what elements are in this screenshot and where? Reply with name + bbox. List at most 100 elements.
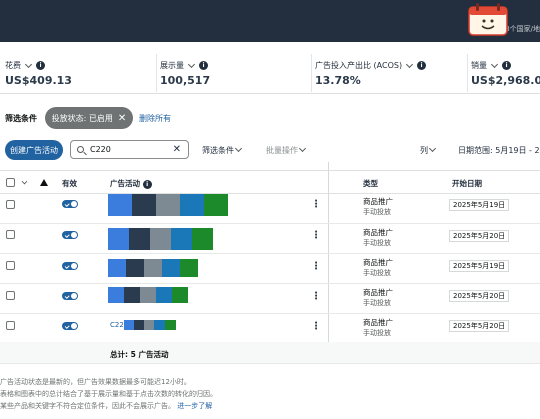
learn-more-link[interactable]: 进一步了解	[177, 402, 212, 410]
table-toolbar: 创建广告活动 C220 ✕ 筛选条件 批量操作 列 日期范围: 5月19日 - …	[0, 138, 540, 162]
row-checkbox[interactable]	[6, 291, 15, 300]
chevron-down-icon[interactable]	[406, 60, 414, 69]
top-navigation-bar: 3个国家/地	[0, 0, 540, 42]
targeting-type: 手动投放	[363, 329, 391, 337]
footnote-text: 某些产品和关键字不符合定位条件，因此不会展示广告。	[0, 402, 175, 410]
table-row: ⋮ 商品推广 手动投放 2025年5月19日	[0, 194, 540, 224]
date-range-picker[interactable]: 日期范围: 5月19日 - 20	[458, 145, 540, 156]
filter-dropdown[interactable]: 筛选条件	[202, 144, 243, 156]
campaign-name-redacted[interactable]	[108, 287, 188, 303]
campaign-type: 商品推广	[363, 197, 393, 206]
metric-sales[interactable]: 销量 i US$2,968.02	[467, 42, 540, 94]
campaign-name-redacted[interactable]	[108, 228, 213, 250]
metric-label: 花费	[5, 61, 21, 70]
chevron-down-icon	[428, 144, 437, 153]
columns-dropdown[interactable]: 列	[420, 144, 437, 156]
more-options-icon[interactable]: ⋮	[311, 292, 321, 302]
clear-search-icon[interactable]: ✕	[173, 144, 181, 155]
column-header-type[interactable]: 类型	[363, 178, 378, 189]
enabled-toggle[interactable]	[62, 322, 78, 330]
metric-acos[interactable]: 广告投入产出比 (ACOS) i 13.78%	[311, 42, 427, 94]
info-icon[interactable]: i	[36, 61, 45, 70]
select-all-checkbox[interactable]	[6, 178, 15, 187]
campaign-name-redacted[interactable]	[124, 320, 176, 330]
info-icon[interactable]: i	[502, 61, 511, 70]
table-row: C22 ⋮ 商品推广 手动投放 2025年5月20日	[0, 314, 540, 344]
campaign-type: 商品推广	[363, 258, 393, 267]
row-checkbox[interactable]	[6, 261, 15, 270]
chevron-down-icon	[234, 144, 243, 153]
start-date[interactable]: 2025年5月20日	[449, 320, 510, 332]
divider	[156, 54, 157, 92]
divider	[467, 54, 468, 92]
row-checkbox[interactable]	[6, 321, 15, 330]
table-row: ⋮ 商品推广 手动投放 2025年5月20日	[0, 284, 540, 314]
filters-label: 筛选条件	[5, 114, 37, 123]
divider	[311, 54, 312, 92]
footnote-line: 某些产品和关键字不符合定位条件，因此不会展示广告。 进一步了解	[0, 400, 540, 412]
enabled-toggle[interactable]	[62, 231, 78, 239]
columns-label: 列	[420, 146, 428, 155]
chevron-down-icon[interactable]	[21, 178, 28, 185]
chevron-down-icon[interactable]	[187, 60, 196, 69]
more-options-icon[interactable]: ⋮	[311, 322, 321, 332]
metric-label: 展示量	[160, 61, 184, 70]
clear-all-filters-link[interactable]: 删除所有	[139, 113, 171, 124]
targeting-type: 手动投放	[363, 208, 391, 216]
enabled-toggle[interactable]	[62, 292, 78, 300]
column-header-campaign[interactable]: 广告活动 i	[110, 178, 152, 189]
more-options-icon[interactable]: ⋮	[311, 262, 321, 272]
column-header-start-date[interactable]: 开始日期	[452, 178, 482, 189]
row-checkbox[interactable]	[6, 200, 15, 209]
bulk-actions-label: 批量操作	[266, 146, 298, 155]
start-date[interactable]: 2025年5月19日	[449, 260, 510, 272]
metric-label: 销量	[471, 61, 487, 70]
footnote-line: 表格和图表中的总计结合了基于展示量和基于点击次数的转化的归因。	[0, 390, 217, 398]
start-date[interactable]: 2025年5月20日	[449, 290, 510, 302]
row-checkbox[interactable]	[6, 230, 15, 239]
campaign-name-redacted[interactable]	[108, 194, 228, 216]
calendar-emoji-icon	[468, 3, 508, 36]
chevron-down-icon[interactable]	[490, 60, 499, 69]
country-selector[interactable]: 3个国家/地	[505, 24, 540, 34]
column-header-enabled[interactable]: 有效	[62, 178, 77, 189]
metric-impressions[interactable]: 展示量 i 100,517	[156, 42, 211, 94]
info-icon[interactable]: i	[199, 61, 208, 70]
metric-value: 13.78%	[315, 74, 361, 87]
table-total-row: 总计: 5 广告活动	[0, 342, 540, 364]
metrics-strip: 花费 i US$409.13 展示量 i 100,517 广告投入产出比 (ACOS…	[0, 42, 540, 94]
more-options-icon[interactable]: ⋮	[311, 231, 321, 241]
info-icon[interactable]: i	[417, 61, 427, 70]
metric-value: US$409.13	[5, 74, 72, 87]
metric-value: 100,517	[160, 74, 211, 87]
metric-spend[interactable]: 花费 i US$409.13	[5, 42, 72, 94]
more-options-icon[interactable]: ⋮	[311, 200, 321, 210]
close-icon[interactable]: ✕	[118, 113, 126, 124]
metric-label: 广告投入产出比 (ACOS)	[315, 61, 403, 70]
campaign-type: 商品推广	[363, 228, 393, 237]
enabled-toggle[interactable]	[62, 262, 78, 270]
table-row: ⋮ 商品推广 手动投放 2025年5月19日	[0, 254, 540, 284]
targeting-type: 手动投放	[363, 239, 391, 247]
targeting-type: 手动投放	[363, 269, 391, 277]
chevron-down-icon[interactable]	[24, 60, 33, 69]
bulk-actions-dropdown[interactable]: 批量操作	[266, 144, 307, 156]
start-date[interactable]: 2025年5月19日	[449, 199, 510, 211]
campaign-type: 商品推广	[363, 318, 393, 327]
search-input[interactable]: C220 ✕	[70, 140, 189, 159]
campaign-name-prefix[interactable]: C22	[110, 321, 124, 329]
search-icon	[77, 146, 84, 153]
campaign-name-redacted[interactable]	[108, 259, 198, 277]
filter-bar: 筛选条件 投放状态: 已启用 ✕ 删除所有	[0, 104, 540, 130]
filter-dropdown-label: 筛选条件	[202, 146, 234, 155]
filter-chip-status[interactable]: 投放状态: 已启用 ✕	[45, 107, 133, 129]
campaign-header-label: 广告活动	[110, 179, 140, 188]
footnote-line: 广告活动状态是最新的，但广告效果数据最多可能迟12小时。	[0, 378, 191, 386]
campaign-type: 商品推广	[363, 288, 393, 297]
create-campaign-button[interactable]: 创建广告活动	[5, 140, 63, 160]
enabled-toggle[interactable]	[62, 200, 78, 208]
table-header: 有效 广告活动 i 类型 开始日期	[0, 170, 540, 194]
info-icon[interactable]: i	[142, 180, 152, 189]
start-date[interactable]: 2025年5月20日	[449, 230, 510, 242]
filter-chip-label: 投放状态: 已启用	[51, 113, 113, 123]
